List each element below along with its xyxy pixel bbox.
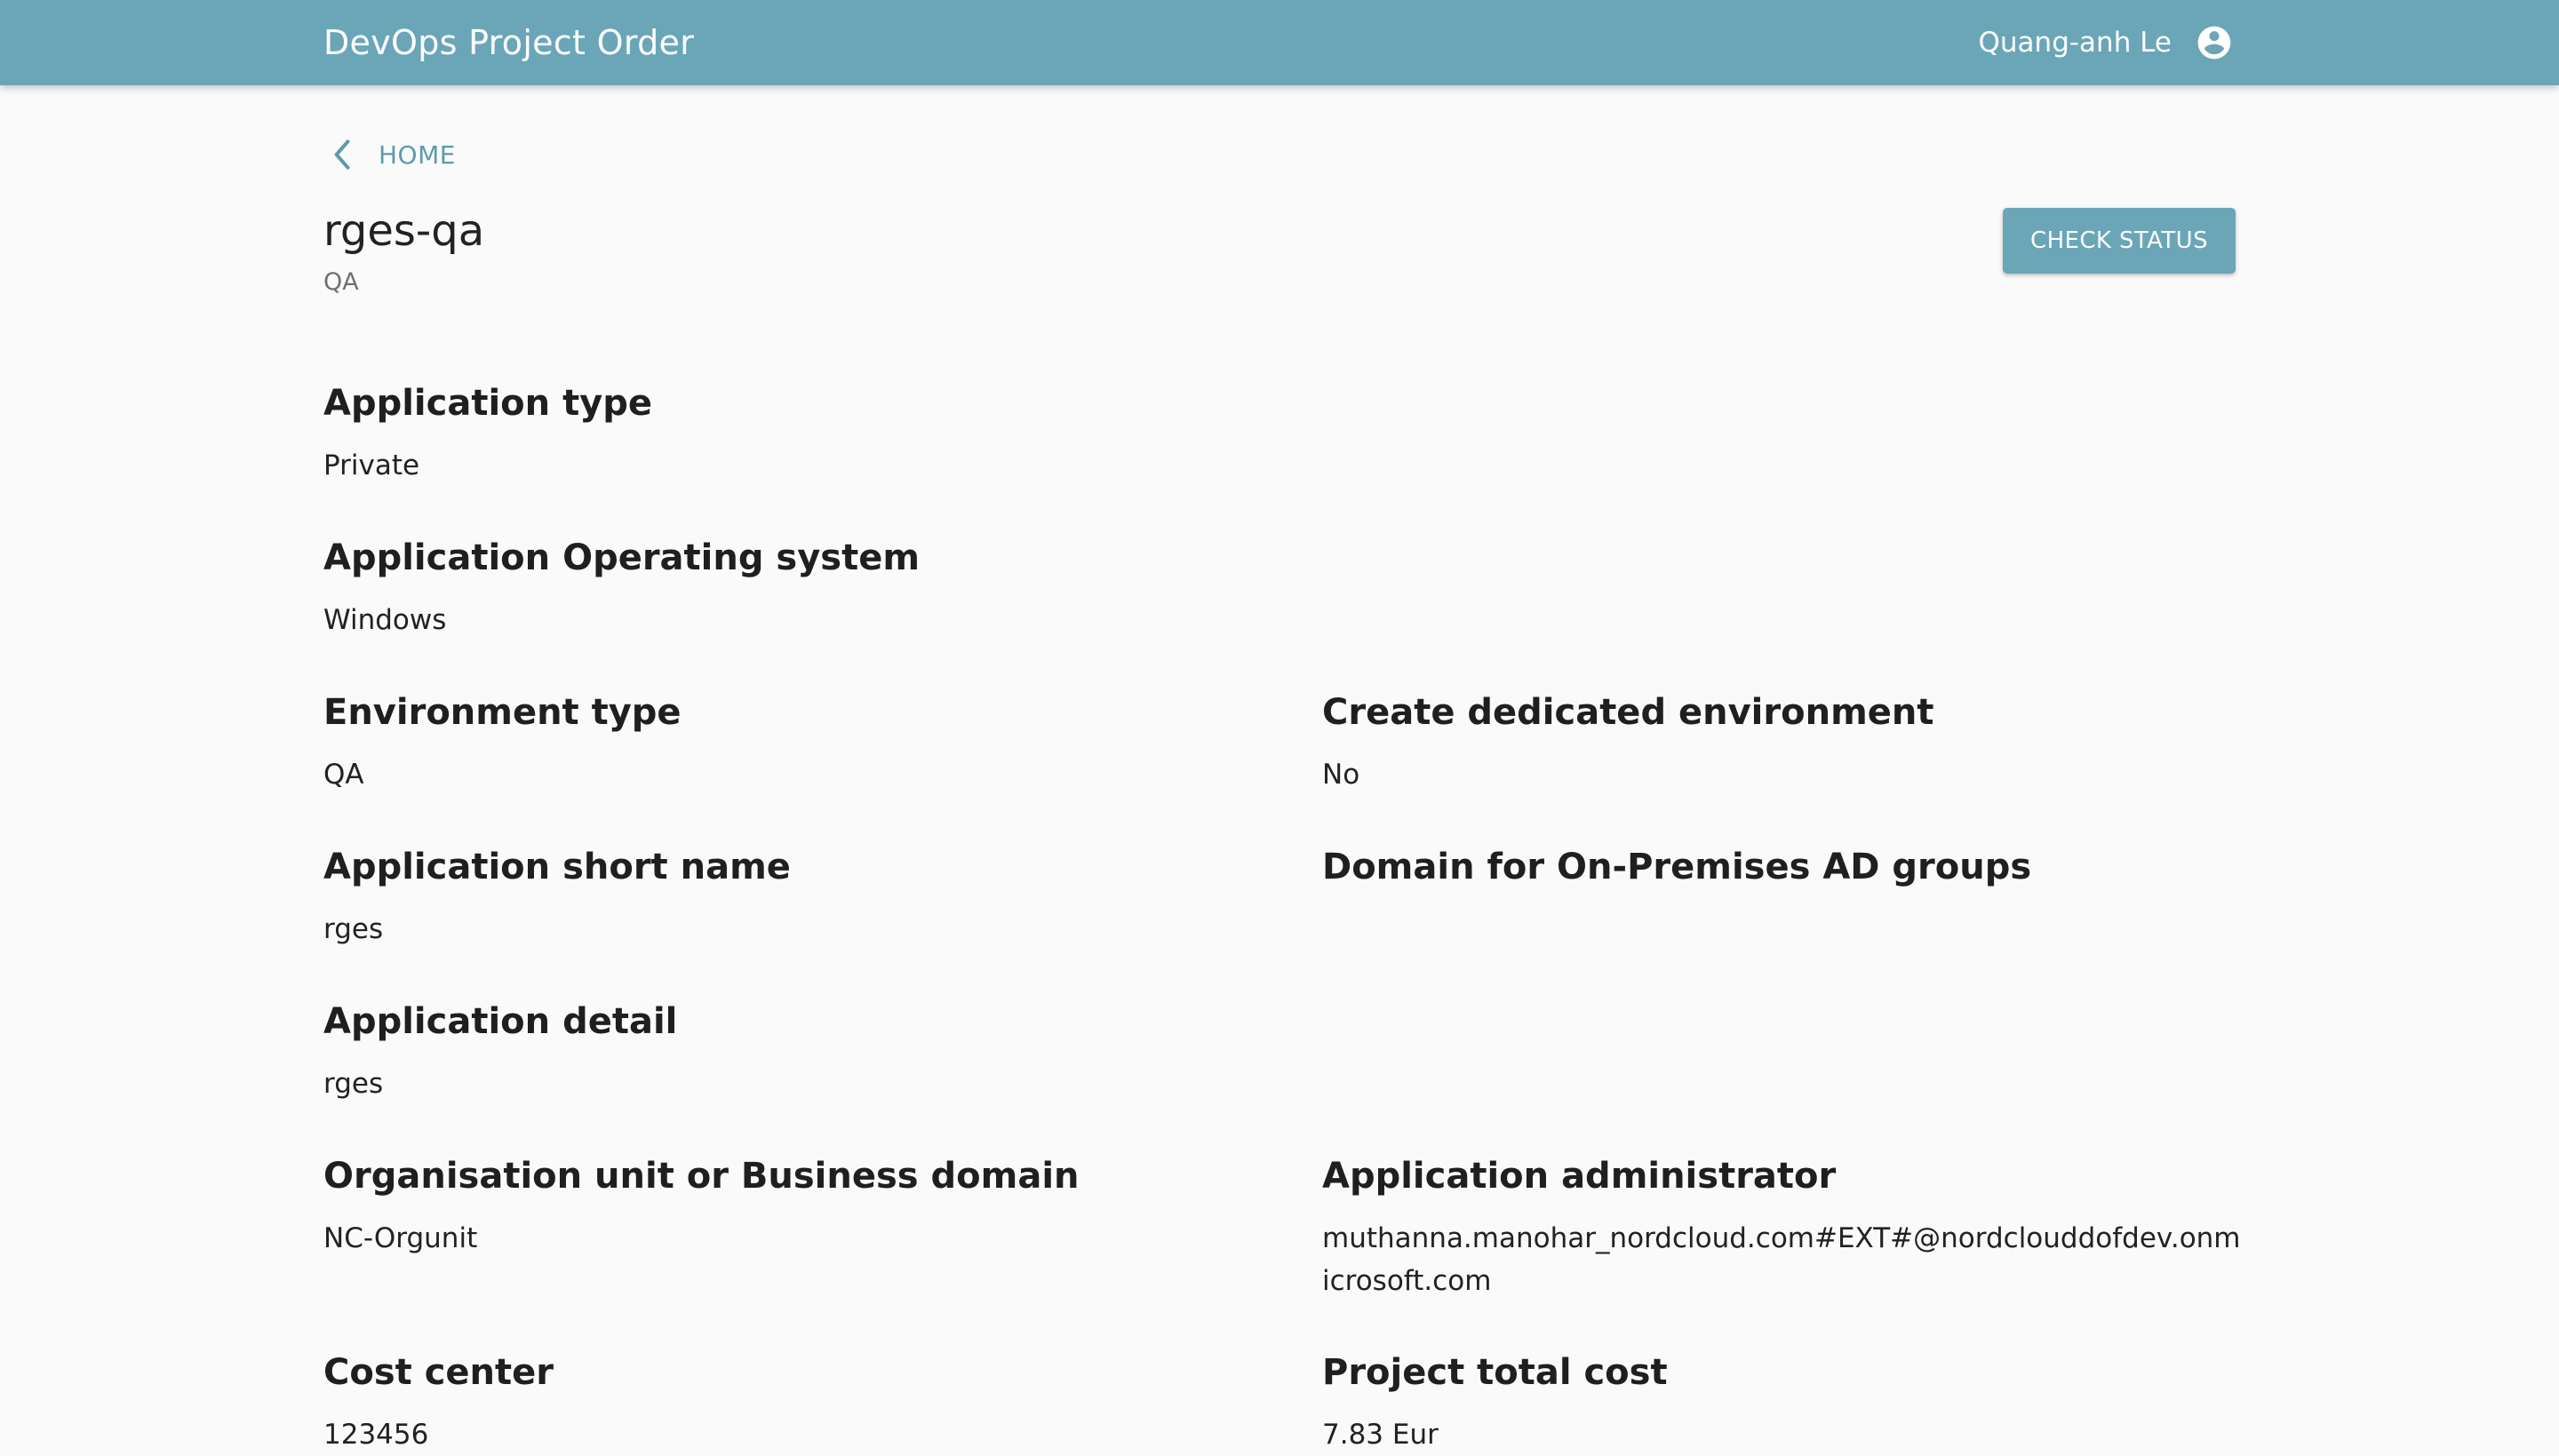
field-label: Application Operating system	[323, 537, 921, 578]
chevron-left-icon	[334, 139, 350, 170]
field-application-detail: Application detail rges	[323, 999, 1248, 1105]
field-label: Application short name	[323, 847, 791, 887]
field-value: 123456	[323, 1419, 429, 1451]
field-ad-domain: Domain for On-Premises AD groups	[1322, 844, 2246, 908]
app-header: DevOps Project Order Quang-anh Le	[0, 0, 2559, 85]
page-title: rges-qa	[323, 206, 485, 256]
field-value: No	[1322, 759, 1360, 791]
page-subtitle: QA	[323, 268, 359, 296]
field-value: muthanna.manohar_nordcloud.com#EXT#@nord…	[1322, 1222, 2241, 1297]
field-value: Windows	[323, 604, 447, 636]
field-label: Application administrator	[1322, 1156, 1837, 1197]
field-label: Application detail	[323, 1001, 678, 1042]
field-value: QA	[323, 759, 364, 791]
field-dedicated-environment: Create dedicated environment No	[1322, 689, 2246, 796]
field-label: Cost center	[323, 1352, 554, 1393]
user-name[interactable]: Quang-anh Le	[1979, 27, 2172, 59]
field-application-short-name: Application short name rges	[323, 844, 1248, 951]
field-organisation-unit: Organisation unit or Business domain NC-…	[323, 1153, 1248, 1260]
field-environment-type: Environment type QA	[323, 689, 1248, 796]
field-value: rges	[323, 1068, 384, 1100]
field-value: 7.83 Eur	[1322, 1419, 1439, 1451]
field-value: Private	[323, 450, 420, 481]
field-label: Create dedicated environment	[1322, 692, 1934, 733]
field-application-os: Application Operating system Windows	[323, 535, 1248, 641]
app-title[interactable]: DevOps Project Order	[323, 0, 694, 85]
user-menu[interactable]: Quang-anh Le	[1979, 0, 2235, 85]
field-application-type: Application type Private	[323, 380, 1248, 487]
home-link-label[interactable]: HOME	[379, 140, 456, 170]
field-label: Domain for On-Premises AD groups	[1322, 847, 2032, 887]
account-circle-icon[interactable]	[2195, 23, 2234, 62]
home-back-link[interactable]: HOME	[323, 135, 456, 174]
field-project-total-cost: Project total cost 7.83 Eur	[1322, 1349, 2246, 1456]
field-value: rges	[323, 913, 384, 945]
field-application-administrator: Application administrator muthanna.manoh…	[1322, 1153, 2246, 1302]
field-label: Organisation unit or Business domain	[323, 1156, 1080, 1197]
field-label: Application type	[323, 383, 653, 424]
field-label: Project total cost	[1322, 1352, 1668, 1393]
field-value: NC-Orgunit	[323, 1222, 478, 1254]
field-label: Environment type	[323, 692, 682, 733]
check-status-button[interactable]: CHECK STATUS	[2003, 208, 2236, 274]
field-cost-center: Cost center 123456	[323, 1349, 1248, 1456]
